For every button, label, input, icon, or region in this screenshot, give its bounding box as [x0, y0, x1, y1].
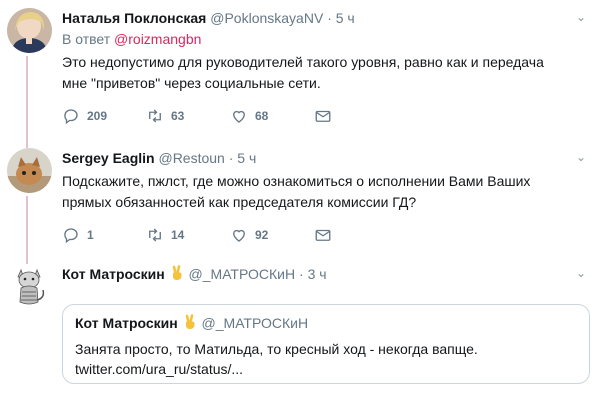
retweet-icon: [149, 228, 161, 242]
tweet-text-line: прямых обязанностей как председателя ком…: [62, 194, 417, 210]
author-name[interactable]: Наталья Поклонская: [62, 10, 206, 26]
tweet-poklonskaya[interactable]: Наталья Поклонская @PoklonskayaNV · 5 ч …: [0, 0, 600, 140]
separator-dot: ·: [327, 10, 332, 26]
tweet-header: Кот Матроскин @_МАТРОСКиН · 3 ч: [62, 264, 590, 284]
separator-dot: ·: [299, 266, 304, 282]
like-button[interactable]: 92: [230, 225, 268, 245]
reply-button[interactable]: 209: [62, 106, 107, 126]
tweet-text-line: мне "приветов" через социальные сети.: [62, 75, 321, 91]
tweet-text-line: Это недопустимо для руководителей такого…: [62, 54, 544, 70]
chevron-down-icon[interactable]: ⌄: [576, 150, 586, 164]
retweet-button[interactable]: 14: [146, 225, 184, 245]
victory-hand-emoji: [185, 314, 195, 329]
like-button[interactable]: 68: [230, 106, 268, 126]
thread-line: [26, 140, 28, 148]
retweet-count: 14: [171, 228, 185, 242]
tweet-text: Подскажите, пжлст, где можно ознакомитьс…: [62, 171, 590, 213]
quoted-tweet-text: Занята просто, то Матильда, то кресный х…: [75, 339, 577, 379]
reply-button[interactable]: 1: [62, 225, 94, 245]
author-handle[interactable]: @PoklonskayaNV: [210, 10, 323, 26]
author-handle[interactable]: @Restoun: [158, 150, 224, 166]
avatar-eaglin[interactable]: [7, 148, 52, 193]
tweet-actions: 209 63 68: [62, 106, 590, 130]
message-icon: [315, 110, 331, 122]
quoted-text-line: Занята просто, то Матильда, то кресный х…: [75, 341, 478, 357]
timestamp[interactable]: 3 ч: [308, 266, 327, 282]
tweet-actions: 1 14 92: [62, 225, 590, 249]
quoted-tweet-header: Кот Матроскин @_МАТРОСКиН: [75, 313, 577, 333]
separator-dot: ·: [228, 150, 234, 166]
thread-line: [26, 56, 28, 140]
retweet-button[interactable]: 63: [146, 106, 184, 126]
like-icon: [233, 110, 245, 123]
timestamp[interactable]: 5 ч: [237, 150, 256, 166]
victory-hand-emoji: [172, 265, 182, 280]
retweet-icon: [149, 109, 161, 123]
tweet-eaglin[interactable]: Sergey Eaglin @Restoun · 5 ч ⌄ Подскажит…: [0, 140, 600, 258]
reply-icon: [64, 228, 78, 244]
quoted-author-handle: @_МАТРОСКиН: [201, 315, 309, 331]
message-icon: [315, 229, 331, 241]
reply-count: 1: [87, 228, 94, 242]
quoted-tweet[interactable]: Кот Матроскин @_МАТРОСКиН Занята просто,…: [62, 304, 590, 384]
avatar-matroskin[interactable]: [7, 264, 52, 309]
direct-message-button[interactable]: [314, 225, 332, 245]
reply-prefix: В ответ: [62, 31, 111, 47]
timestamp[interactable]: 5 ч: [336, 10, 355, 26]
direct-message-button[interactable]: [314, 106, 332, 126]
tweet-header: Наталья Поклонская @PoklonskayaNV · 5 ч: [62, 8, 590, 28]
like-count: 92: [255, 228, 269, 242]
author-name[interactable]: Sergey Eaglin: [62, 150, 155, 166]
tweet-matroskin[interactable]: Кот Матроскин @_МАТРОСКиН · 3 ч ⌄ Кот Ма…: [0, 258, 600, 400]
author-name[interactable]: Кот Матроскин: [62, 266, 165, 282]
like-count: 68: [255, 109, 269, 123]
retweet-count: 63: [171, 109, 185, 123]
tweet-text-line: Подскажите, пжлст, где можно ознакомитьс…: [62, 173, 531, 189]
reply-context: В ответ @roizmangbn: [62, 30, 590, 49]
reply-icon: [64, 109, 78, 125]
tweet-text: Это недопустимо для руководителей такого…: [62, 52, 590, 94]
avatar-poklonskaya[interactable]: [7, 8, 52, 53]
tweet-header: Sergey Eaglin @Restoun · 5 ч: [62, 148, 590, 168]
like-icon: [233, 229, 245, 242]
reply-count: 209: [87, 109, 108, 123]
quoted-author-name: Кот Матроскин: [75, 315, 178, 331]
thread-line: [26, 196, 28, 258]
reply-handle-link[interactable]: @roizmangbn: [114, 31, 201, 47]
chevron-down-icon[interactable]: ⌄: [576, 10, 586, 24]
chevron-down-icon[interactable]: ⌄: [576, 266, 586, 280]
author-handle[interactable]: @_МАТРОСКиН: [189, 266, 296, 282]
quoted-link[interactable]: twitter.com/ura_ru/status/...: [75, 359, 577, 379]
